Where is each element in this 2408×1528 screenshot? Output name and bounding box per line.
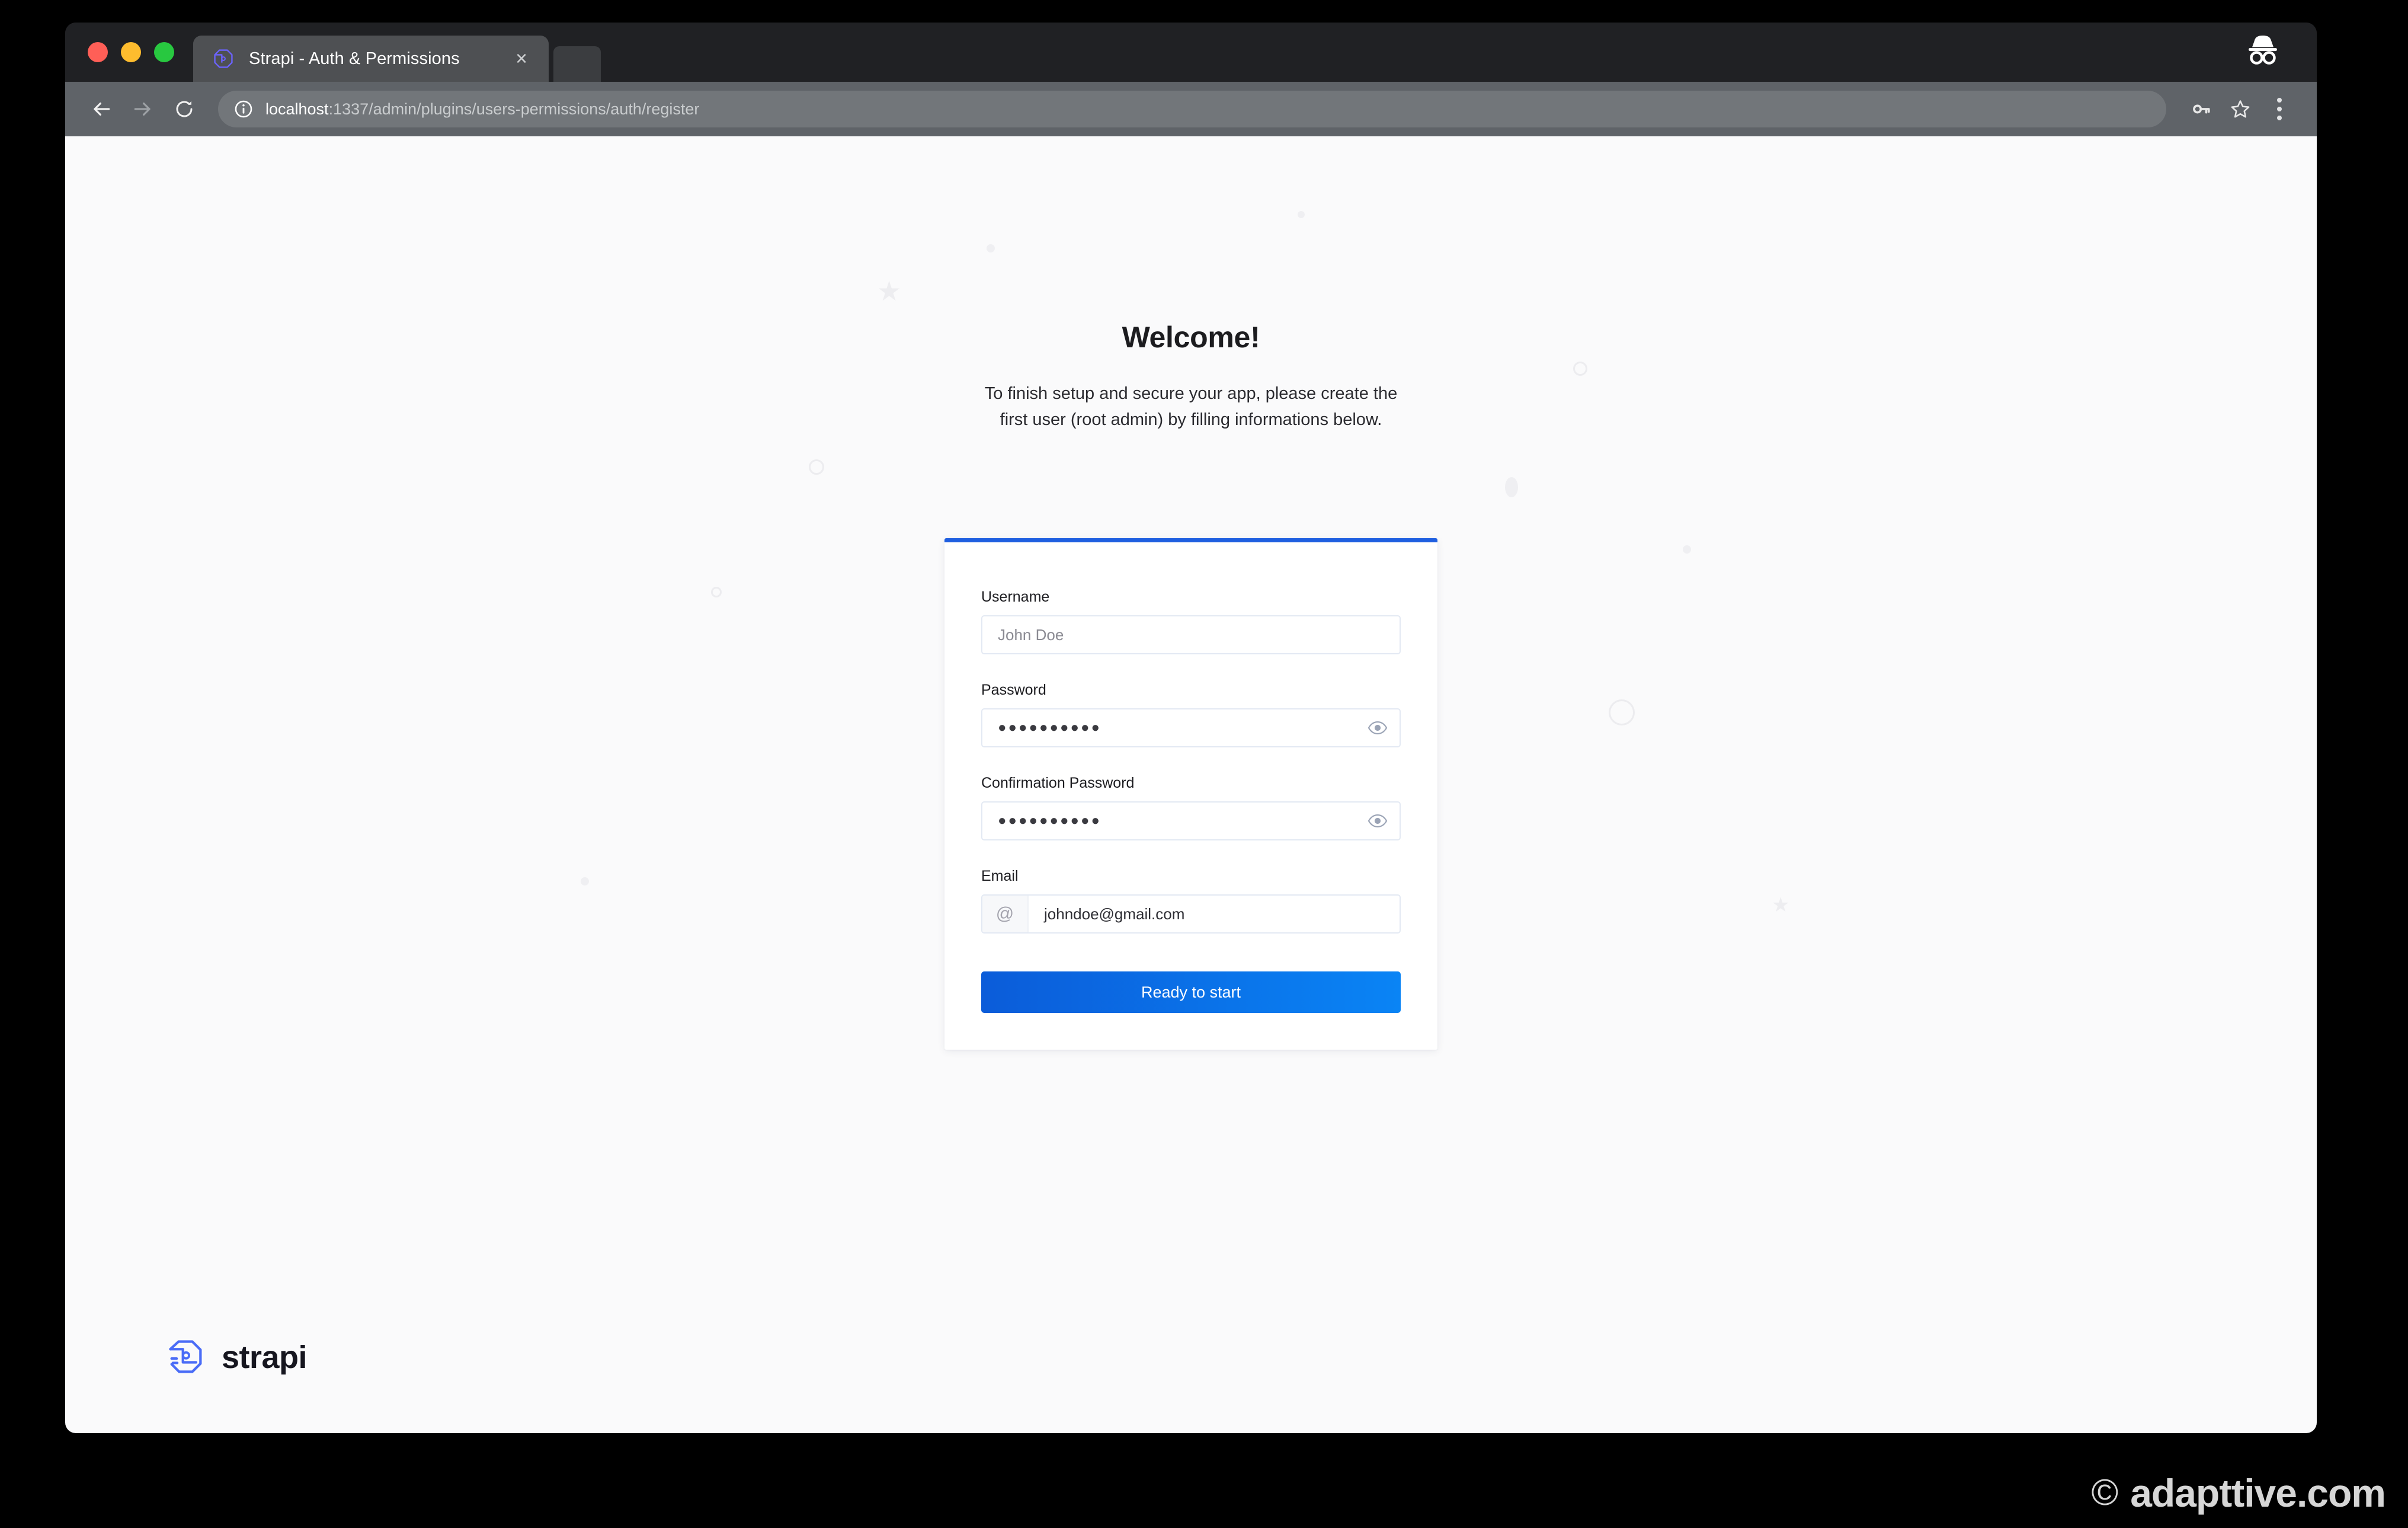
at-sign-icon: @ xyxy=(982,896,1029,932)
email-input-text: johndoe@gmail.com xyxy=(1044,904,1185,923)
username-input[interactable]: John Doe xyxy=(981,615,1401,654)
field-confirmation-password: Confirmation Password ●●●●●●●●●● xyxy=(981,775,1401,840)
welcome-block: Welcome! To finish setup and secure your… xyxy=(65,320,2317,433)
toggle-password-visibility-icon[interactable] xyxy=(1356,709,1400,746)
decor-ring-4 xyxy=(1609,699,1635,725)
password-label: Password xyxy=(981,682,1046,698)
strapi-wordmark: strapi xyxy=(222,1340,308,1375)
url-path: :1337/admin/plugins/users-permissions/au… xyxy=(328,100,700,118)
confirmation-password-input[interactable]: ●●●●●●●●●● xyxy=(981,801,1401,840)
decor-dot-1 xyxy=(987,244,995,252)
decor-star-2: ★ xyxy=(1772,894,1790,916)
browser-menu-icon[interactable] xyxy=(2262,92,2297,126)
strapi-logo: strapi xyxy=(165,1336,308,1379)
tab-strip: Strapi - Auth & Permissions × xyxy=(65,23,2317,82)
strapi-logo-mark xyxy=(165,1336,207,1379)
url-host: localhost xyxy=(265,100,329,118)
close-tab-button[interactable]: × xyxy=(510,49,533,69)
url-text: localhost:1337/admin/plugins/users-permi… xyxy=(265,100,699,119)
ready-to-start-button[interactable]: Ready to start xyxy=(981,971,1401,1013)
toggle-confirmation-password-visibility-icon[interactable] xyxy=(1356,803,1400,839)
minimize-window-button[interactable] xyxy=(121,42,141,62)
username-input-text: John Doe xyxy=(998,625,1064,644)
email-label: Email xyxy=(981,868,1019,884)
browser-tab[interactable]: Strapi - Auth & Permissions × xyxy=(193,36,549,82)
forward-button[interactable] xyxy=(124,91,161,127)
decor-ring-2 xyxy=(711,587,722,597)
watermark-text: adapttive.com xyxy=(2130,1471,2386,1515)
decor-ring-1 xyxy=(809,459,824,475)
field-username: Username John Doe xyxy=(981,589,1401,654)
password-input[interactable]: ●●●●●●●●●● xyxy=(981,708,1401,747)
decor-dot-2 xyxy=(1298,211,1305,218)
page-subtitle: To finish setup and secure your app, ple… xyxy=(984,384,1398,430)
decor-star-1: ★ xyxy=(877,276,902,306)
bookmark-star-icon[interactable] xyxy=(2223,92,2258,126)
password-input-text: ●●●●●●●●●● xyxy=(998,720,1101,736)
decor-dot-4 xyxy=(1683,545,1691,554)
three-dots xyxy=(2277,98,2282,120)
copyright-icon: © xyxy=(2091,1472,2119,1513)
email-input[interactable]: @ johndoe@gmail.com xyxy=(981,894,1401,934)
username-label: Username xyxy=(981,589,1050,605)
decor-dot-5 xyxy=(581,877,589,886)
address-bar[interactable]: localhost:1337/admin/plugins/users-permi… xyxy=(218,91,2166,127)
close-window-button[interactable] xyxy=(88,42,108,62)
confirmation-password-label: Confirmation Password xyxy=(981,775,1135,791)
page-viewport: ★ ★ Welcome! To finish setup and secure … xyxy=(65,136,2317,1433)
maximize-window-button[interactable] xyxy=(154,42,174,62)
page-title: Welcome! xyxy=(1122,321,1260,354)
new-tab-button[interactable] xyxy=(553,46,601,82)
site-info-icon[interactable] xyxy=(233,99,254,119)
back-button[interactable] xyxy=(83,91,120,127)
window-controls xyxy=(88,23,193,82)
incognito-icon xyxy=(2243,32,2282,68)
registration-card: Username John Doe Password ●●●●●●●●●● Co… xyxy=(944,538,1437,1050)
watermark: © adapttive.com xyxy=(2091,1471,2386,1515)
field-password: Password ●●●●●●●●●● xyxy=(981,682,1401,747)
decor-dot-3 xyxy=(1505,477,1518,497)
reload-button[interactable] xyxy=(166,91,203,127)
field-email: Email @ johndoe@gmail.com xyxy=(981,868,1401,934)
browser-toolbar: localhost:1337/admin/plugins/users-permi… xyxy=(65,82,2317,136)
strapi-favicon xyxy=(211,46,236,71)
browser-window: Strapi - Auth & Permissions × localhost:… xyxy=(65,23,2317,1433)
tab-title: Strapi - Auth & Permissions xyxy=(249,49,460,68)
password-manager-icon[interactable] xyxy=(2184,92,2218,126)
confirmation-password-input-text: ●●●●●●●●●● xyxy=(998,813,1101,829)
